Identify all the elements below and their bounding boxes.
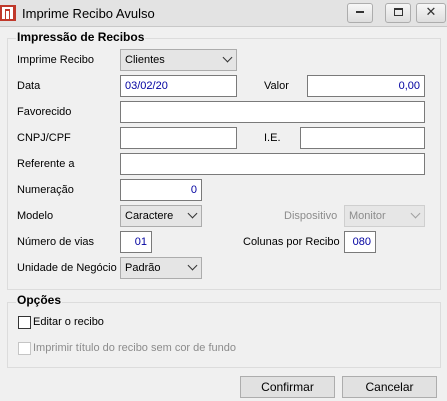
close-button[interactable]: ✕ xyxy=(416,3,446,23)
valor-input[interactable]: 0,00 xyxy=(307,75,425,97)
ie-label: I.E. xyxy=(264,132,281,144)
editar-recibo-checkbox[interactable] xyxy=(18,316,31,329)
dispositivo-label: Dispositivo xyxy=(284,210,338,222)
cnpj-label: CNPJ/CPF xyxy=(17,132,71,144)
colunas-label: Colunas por Recibo xyxy=(243,236,340,248)
app-icon xyxy=(0,5,16,21)
modelo-label: Modelo xyxy=(17,210,54,222)
valor-value: 0,00 xyxy=(398,80,420,92)
colunas-value: 080 xyxy=(352,236,371,248)
unidade-select[interactable]: Padrão xyxy=(120,257,202,279)
data-input[interactable]: 03/02/20 xyxy=(120,75,237,97)
minimize-icon xyxy=(356,11,364,13)
imprime-recibo-value: Clientes xyxy=(125,54,165,66)
opcoes-legend: Opções xyxy=(16,293,63,307)
numero-vias-value: 01 xyxy=(134,236,147,248)
ie-input[interactable] xyxy=(300,127,425,149)
chevron-down-icon xyxy=(187,260,198,271)
imprime-recibo-label: Imprime Recibo xyxy=(17,54,95,66)
data-label: Data xyxy=(17,80,41,92)
maximize-button[interactable] xyxy=(385,3,411,23)
opcoes-group xyxy=(7,302,441,368)
numero-vias-label: Número de vias xyxy=(17,236,95,248)
window-title: Imprime Recibo Avulso xyxy=(22,6,155,21)
editar-recibo-label[interactable]: Editar o recibo xyxy=(33,316,104,328)
unidade-value: Padrão xyxy=(125,262,161,274)
title-bar: Imprime Recibo Avulso ✕ xyxy=(0,0,447,27)
imprimir-titulo-checkbox xyxy=(18,342,31,355)
imprime-recibo-select[interactable]: Clientes xyxy=(120,49,237,71)
numeracao-value: 0 xyxy=(190,184,197,196)
maximize-icon xyxy=(393,8,403,16)
referente-input[interactable] xyxy=(120,153,425,175)
valor-label: Valor xyxy=(264,80,289,92)
dispositivo-value: Monitor xyxy=(349,210,386,222)
impressao-legend: Impressão de Recibos xyxy=(16,30,146,44)
colunas-input[interactable]: 080 xyxy=(344,231,376,253)
favorecido-input[interactable] xyxy=(120,101,425,123)
referente-label: Referente a xyxy=(17,158,75,170)
confirmar-button[interactable]: Confirmar xyxy=(240,376,335,398)
numeracao-input[interactable]: 0 xyxy=(120,179,202,201)
imprimir-titulo-label: Imprimir título do recibo sem cor de fun… xyxy=(33,342,236,354)
cancelar-button[interactable]: Cancelar xyxy=(342,376,437,398)
dispositivo-select: Monitor xyxy=(344,205,425,227)
chevron-down-icon xyxy=(410,208,421,219)
chevron-down-icon xyxy=(222,52,233,63)
unidade-label: Unidade de Negócio xyxy=(17,262,117,274)
numeracao-label: Numeração xyxy=(17,184,74,196)
modelo-value: Caractere xyxy=(125,210,174,222)
close-icon: ✕ xyxy=(425,5,437,20)
minimize-button[interactable] xyxy=(347,3,373,23)
cnpj-input[interactable]: . . / - xyxy=(120,127,237,149)
chevron-down-icon xyxy=(187,208,198,219)
modelo-select[interactable]: Caractere xyxy=(120,205,202,227)
data-value: 03/02/20 xyxy=(125,80,168,92)
favorecido-label: Favorecido xyxy=(17,106,72,118)
numero-vias-input[interactable]: 01 xyxy=(120,231,152,253)
